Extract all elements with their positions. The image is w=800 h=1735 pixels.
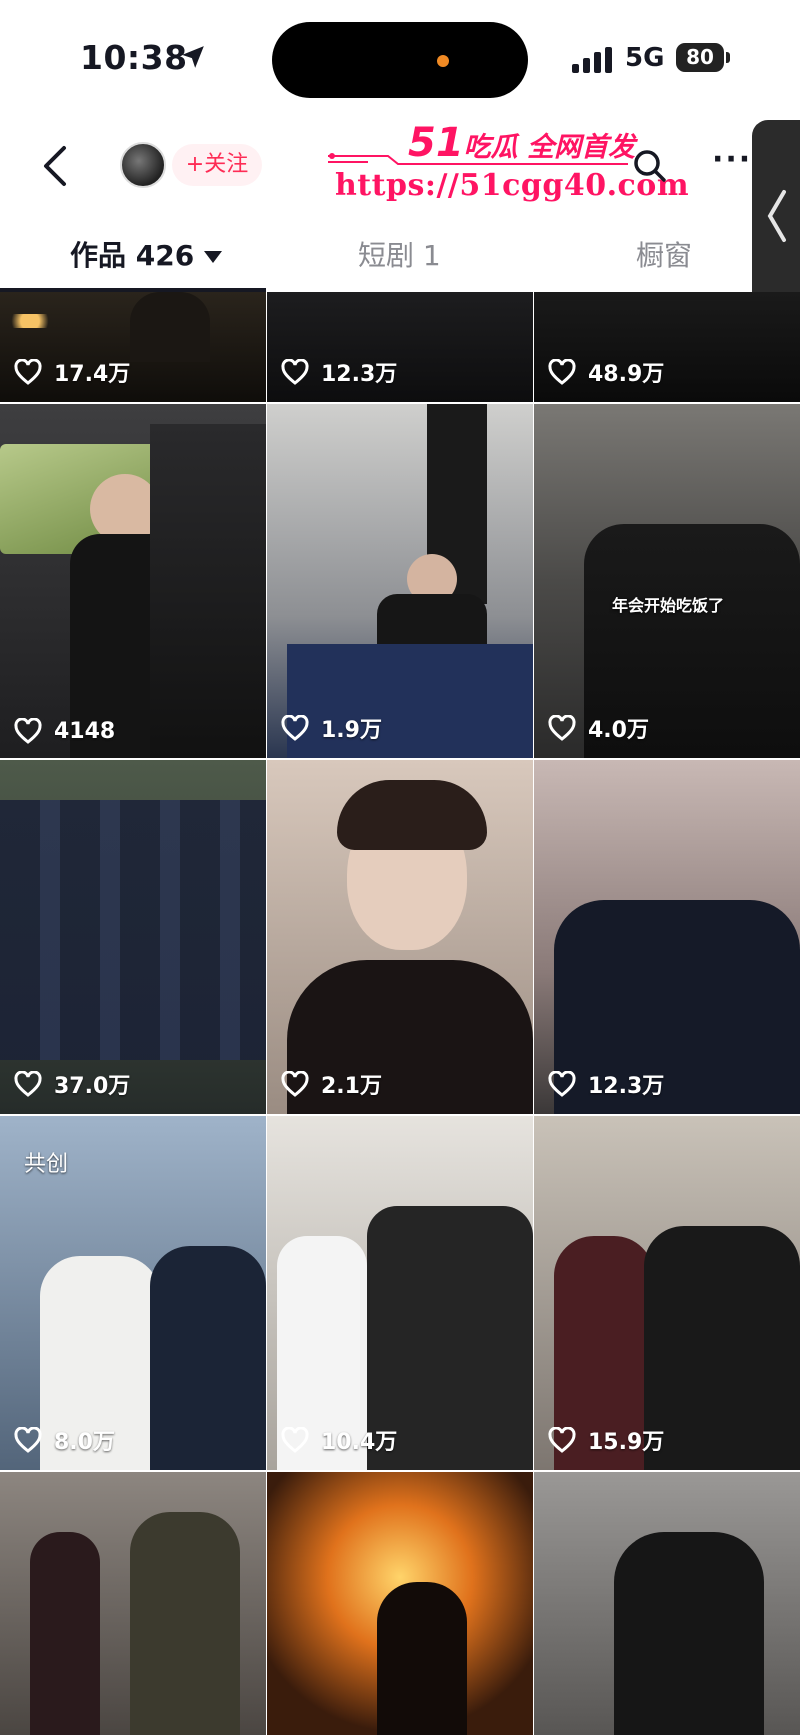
thumbnail-woman bbox=[30, 1532, 100, 1735]
heart-icon bbox=[14, 1427, 42, 1453]
co-creation-badge: 共创 bbox=[24, 1152, 69, 1177]
video-tile[interactable]: 17.4万 bbox=[0, 292, 266, 402]
signal-bars-icon bbox=[572, 47, 612, 73]
thumbnail-suit bbox=[644, 1226, 800, 1470]
video-tile[interactable]: 12.3万 bbox=[267, 292, 533, 402]
follow-button[interactable]: +关注 bbox=[172, 144, 262, 186]
privacy-indicator-dot bbox=[437, 55, 449, 67]
like-count: 48.9万 bbox=[548, 356, 664, 388]
thumbnail-police-group bbox=[0, 800, 266, 1060]
like-count: 37.0万 bbox=[14, 1068, 130, 1100]
like-count: 15.9万 bbox=[548, 1424, 664, 1456]
video-tile[interactable]: 15.9万 bbox=[534, 1116, 800, 1470]
thumbnail-suit bbox=[614, 1532, 764, 1735]
heart-icon bbox=[548, 1427, 576, 1453]
thumbnail-car-door bbox=[150, 424, 266, 758]
more-options-icon[interactable]: ··· bbox=[712, 145, 752, 180]
heart-icon bbox=[14, 1071, 42, 1097]
video-tile[interactable]: 10.4万 bbox=[267, 1116, 533, 1470]
like-count: 17.4万 bbox=[14, 356, 130, 388]
heart-icon bbox=[14, 359, 42, 385]
video-tile[interactable] bbox=[267, 1472, 533, 1735]
watermark-title: 51吃瓜 全网首发 bbox=[408, 120, 638, 166]
watermark-title-number: 51 bbox=[408, 120, 464, 166]
video-tile[interactable]: 共创 8.0万 bbox=[0, 1116, 266, 1470]
thumbnail-man bbox=[130, 1512, 240, 1735]
video-tile[interactable]: 37.0万 bbox=[0, 760, 266, 1114]
heart-icon bbox=[281, 1427, 309, 1453]
video-caption: 年会开始吃饭了 bbox=[612, 596, 725, 615]
like-count: 10.4万 bbox=[281, 1424, 397, 1456]
heart-icon bbox=[281, 715, 309, 741]
like-count: 12.3万 bbox=[548, 1068, 664, 1100]
network-type: 5G bbox=[625, 43, 665, 73]
thumbnail-hair bbox=[337, 780, 487, 850]
caret-down-icon bbox=[204, 251, 223, 263]
watermark-title-text: 吃瓜 全网首发 bbox=[463, 132, 636, 163]
status-bar: 10:38 5G 80 bbox=[0, 0, 800, 110]
battery-cap-icon bbox=[726, 52, 730, 63]
like-count: 4148 bbox=[14, 718, 115, 744]
tab-showcase[interactable]: 橱窗 bbox=[636, 234, 692, 274]
thumbnail-dark-suit bbox=[150, 1246, 266, 1470]
battery-level: 80 bbox=[676, 43, 724, 72]
like-count: 4.0万 bbox=[548, 712, 649, 744]
search-icon[interactable] bbox=[630, 146, 670, 186]
status-time: 10:38 bbox=[80, 38, 188, 77]
like-count: 2.1万 bbox=[281, 1068, 382, 1100]
heart-icon bbox=[281, 1071, 309, 1097]
back-chevron-icon[interactable] bbox=[36, 142, 76, 190]
video-tile[interactable]: 12.3万 bbox=[534, 760, 800, 1114]
tab-works-label: 作品 426 bbox=[70, 239, 195, 272]
video-grid: 17.4万 12.3万 48.9万 4148 1.9万 年会开始吃饭了 4.0万… bbox=[0, 292, 800, 1735]
heart-icon bbox=[14, 718, 42, 744]
tab-short-drama[interactable]: 短剧 1 bbox=[358, 234, 441, 274]
video-tile[interactable]: 48.9万 bbox=[534, 292, 800, 402]
location-arrow-icon bbox=[182, 46, 204, 68]
tab-works[interactable]: 作品 426 bbox=[70, 234, 223, 274]
dynamic-island bbox=[272, 22, 528, 98]
heart-icon bbox=[548, 359, 576, 385]
video-tile[interactable]: 2.1万 bbox=[267, 760, 533, 1114]
heart-icon bbox=[281, 359, 309, 385]
like-count: 8.0万 bbox=[14, 1424, 115, 1456]
heart-icon bbox=[548, 1071, 576, 1097]
profile-tabs: 作品 426 短剧 1 橱窗 bbox=[0, 222, 800, 292]
heart-icon bbox=[548, 715, 576, 741]
video-tile[interactable]: 年会开始吃饭了 4.0万 bbox=[534, 404, 800, 758]
like-count: 1.9万 bbox=[281, 712, 382, 744]
video-tile[interactable]: 1.9万 bbox=[267, 404, 533, 758]
video-tile[interactable] bbox=[0, 1472, 266, 1735]
like-count: 12.3万 bbox=[281, 356, 397, 388]
video-tile[interactable] bbox=[534, 1472, 800, 1735]
avatar[interactable] bbox=[120, 142, 166, 188]
thumbnail-figure bbox=[130, 292, 210, 362]
video-tile[interactable]: 4148 bbox=[0, 404, 266, 758]
thumbnail-candles bbox=[0, 314, 60, 328]
thumbnail-silhouette bbox=[377, 1582, 467, 1735]
